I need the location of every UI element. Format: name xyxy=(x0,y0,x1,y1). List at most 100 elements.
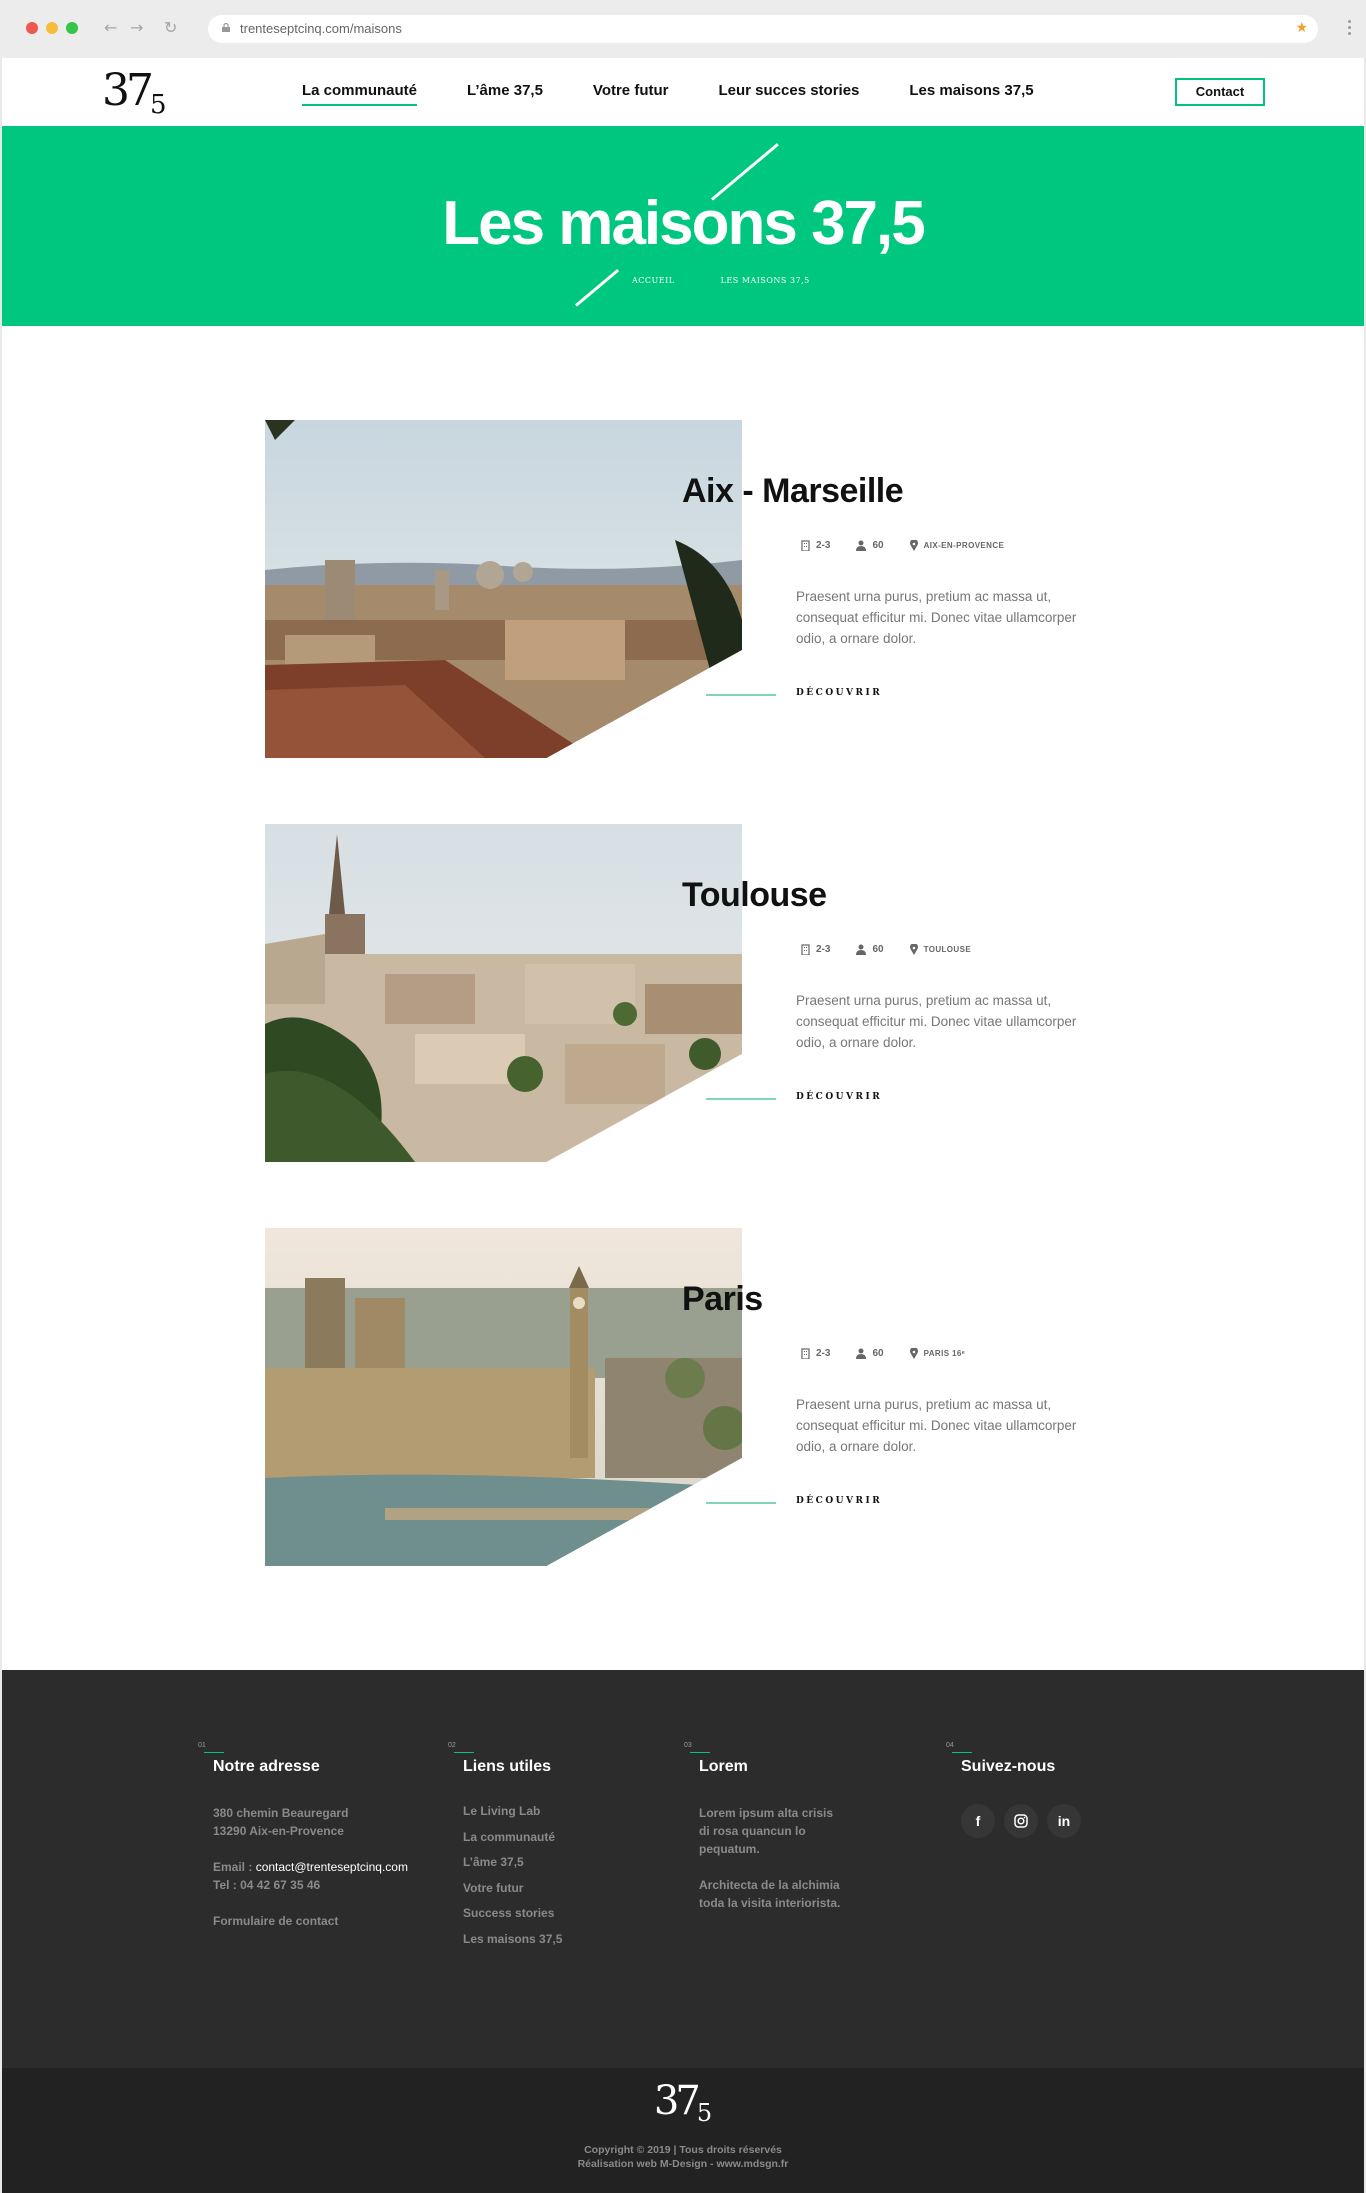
nav-item-communaute[interactable]: La communauté xyxy=(302,82,418,106)
site-header: 375 La communauté L’âme 37,5 Votre futur… xyxy=(2,58,1364,126)
site-footer: 01 Notre adresse 380 chemin Beauregard 1… xyxy=(2,1670,1364,2068)
breadcrumb-current: LES MAISONS 37,5 xyxy=(720,276,810,285)
footer-link[interactable]: La communauté xyxy=(463,1828,562,1846)
people-value: 60 xyxy=(872,1348,884,1359)
lorem-text: pequatum. xyxy=(699,1842,760,1856)
browser-menu-icon[interactable] xyxy=(1348,20,1352,38)
address-line: 13290 Aix-en-Provence xyxy=(213,1824,344,1838)
page-title: Les maisons 37,5 xyxy=(442,189,926,258)
footer-title: Suivez-nous xyxy=(961,1758,1056,1775)
credit-link[interactable]: Réalisation web M-Design - www.mdsgn.fr xyxy=(2,2157,1364,2171)
lorem-text: toda la visita interiorista. xyxy=(699,1896,841,1910)
house-photo[interactable] xyxy=(265,824,742,1162)
house-card: Paris 2-3 60 PARIS 16ᵉ Praesent urna pur… xyxy=(265,1228,1165,1568)
house-title: Paris xyxy=(682,1280,763,1318)
breadcrumb: ACCUEIL LES MAISONS 37,5 xyxy=(632,276,810,285)
back-arrow-icon[interactable]: ← xyxy=(104,18,117,37)
section-number: 01 xyxy=(198,1742,224,1756)
house-meta: 2-3 60 TOULOUSE xyxy=(801,944,997,955)
facebook-icon[interactable]: f xyxy=(961,1804,995,1838)
address-line: 380 chemin Beauregard xyxy=(213,1806,349,1820)
browser-chrome: ← → ↻ trenteseptcinq.com/maisons ★ xyxy=(0,0,1366,58)
lorem-text: Architecta de la alchimia xyxy=(699,1878,840,1892)
lorem-text: di rosa quancun lo xyxy=(699,1824,806,1838)
nav-item-futur[interactable]: Votre futur xyxy=(593,82,669,106)
house-card: Aix - Marseille 2-3 60 AIX-EN-PROVENCE P… xyxy=(265,420,1165,760)
forward-arrow-icon[interactable]: → xyxy=(130,18,143,37)
rooms-value: 2-3 xyxy=(816,944,831,955)
footer-title: Notre adresse xyxy=(213,1758,320,1775)
rooms-value: 2-3 xyxy=(816,540,831,551)
close-window-icon[interactable] xyxy=(26,22,38,34)
footer-link[interactable]: Success stories xyxy=(463,1904,562,1922)
main-nav: La communauté L’âme 37,5 Votre futur Leu… xyxy=(302,82,1084,106)
people-value: 60 xyxy=(872,944,884,955)
contact-button[interactable]: Contact xyxy=(1175,78,1265,106)
house-meta: 2-3 60 PARIS 16ᵉ xyxy=(801,1348,991,1359)
lock-icon xyxy=(222,23,230,32)
breadcrumb-home[interactable]: ACCUEIL xyxy=(632,276,675,285)
social-icons: f in xyxy=(961,1804,1090,1838)
address-bar[interactable]: trenteseptcinq.com/maisons ★ xyxy=(208,15,1318,43)
linkedin-icon[interactable]: in xyxy=(1047,1804,1081,1838)
instagram-icon[interactable] xyxy=(1004,1804,1038,1838)
section-number: 04 xyxy=(946,1742,972,1756)
section-number: 02 xyxy=(448,1742,474,1756)
building-icon xyxy=(801,944,810,955)
web-page: 375 La communauté L’âme 37,5 Votre futur… xyxy=(2,58,1364,2193)
reload-icon[interactable]: ↻ xyxy=(164,18,177,37)
map-pin-icon xyxy=(909,540,918,551)
map-pin-icon xyxy=(909,1348,918,1359)
footer-title: Lorem xyxy=(699,1758,748,1775)
copyright: Copyright © 2019 | Tous droits réservés … xyxy=(2,2143,1364,2171)
discover-link[interactable]: DÉCOUVRIR xyxy=(796,1092,882,1102)
lorem-text: Lorem ipsum alta crisis xyxy=(699,1806,834,1820)
footer-link[interactable]: Votre futur xyxy=(463,1879,562,1897)
footer-link[interactable]: L’âme 37,5 xyxy=(463,1853,562,1871)
location-value: PARIS 16ᵉ xyxy=(923,1349,966,1358)
contact-form-link[interactable]: Formulaire de contact xyxy=(213,1912,408,1930)
building-icon xyxy=(801,1348,810,1359)
house-photo[interactable] xyxy=(265,420,742,758)
footer-logo[interactable]: 375 xyxy=(2,2078,1364,2129)
person-icon xyxy=(856,1348,867,1359)
building-icon xyxy=(801,540,810,551)
site-logo[interactable]: 375 xyxy=(102,66,167,122)
logo-sub: 5 xyxy=(150,90,167,120)
people-value: 60 xyxy=(872,540,884,551)
location-value: TOULOUSE xyxy=(923,945,972,954)
minimize-window-icon[interactable] xyxy=(46,22,58,34)
nav-item-maisons[interactable]: Les maisons 37,5 xyxy=(909,82,1033,106)
decorative-slash xyxy=(575,268,620,307)
copyright-text: Copyright © 2019 | Tous droits réservés xyxy=(584,2144,782,2156)
house-title: Aix - Marseille xyxy=(682,472,904,510)
location-value: AIX-EN-PROVENCE xyxy=(923,541,1005,550)
footer-link[interactable]: Le Living Lab xyxy=(463,1802,562,1820)
rooms-value: 2-3 xyxy=(816,1348,831,1359)
house-description: Praesent urna purus, pretium ac massa ut… xyxy=(796,993,1077,1050)
house-description: Praesent urna purus, pretium ac massa ut… xyxy=(796,1397,1077,1454)
discover-link[interactable]: DÉCOUVRIR xyxy=(796,1496,882,1506)
map-pin-icon xyxy=(909,944,918,955)
phone-number: Tel : 04 42 67 35 46 xyxy=(213,1878,321,1892)
nav-item-ame[interactable]: L’âme 37,5 xyxy=(467,82,543,106)
footer-title: Liens utiles xyxy=(463,1758,552,1775)
person-icon xyxy=(856,540,867,551)
maximize-window-icon[interactable] xyxy=(66,22,78,34)
nav-item-success-stories[interactable]: Leur succes stories xyxy=(718,82,859,106)
bookmark-star-icon[interactable]: ★ xyxy=(1295,20,1308,36)
person-icon xyxy=(856,944,867,955)
decorative-line xyxy=(706,1502,776,1504)
house-title: Toulouse xyxy=(682,876,827,914)
footer-link[interactable]: Les maisons 37,5 xyxy=(463,1930,562,1948)
logo-sub: 5 xyxy=(696,2099,713,2127)
discover-link[interactable]: DÉCOUVRIR xyxy=(796,688,882,698)
house-meta: 2-3 60 AIX-EN-PROVENCE xyxy=(801,540,1030,551)
logo-main: 37 xyxy=(102,65,154,116)
sub-footer: 375 Copyright © 2019 | Tous droits réser… xyxy=(2,2068,1364,2193)
email-link[interactable]: contact@trenteseptcinq.com xyxy=(256,1860,408,1874)
decorative-line xyxy=(706,1098,776,1100)
house-photo[interactable] xyxy=(265,1228,742,1566)
email-label: Email : xyxy=(213,1860,256,1874)
house-description: Praesent urna purus, pretium ac massa ut… xyxy=(796,589,1077,646)
